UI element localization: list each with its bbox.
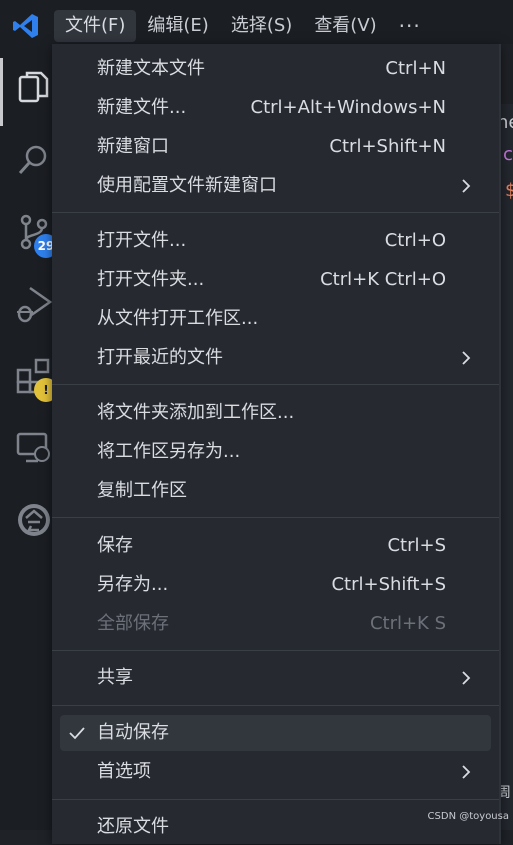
menu-separator bbox=[52, 799, 499, 800]
menu-save-workspace-as[interactable]: 将工作区另存为... bbox=[60, 434, 491, 470]
menu-file[interactable]: 文件(F) bbox=[54, 10, 137, 42]
menu-separator bbox=[52, 705, 499, 706]
menu-new-window-profile[interactable]: 使用配置文件新建窗口 bbox=[60, 168, 491, 204]
menu-item-label: 保存 bbox=[97, 535, 133, 556]
check-icon bbox=[69, 727, 85, 740]
remote-explorer-icon[interactable] bbox=[14, 428, 54, 468]
vscode-logo-icon bbox=[13, 14, 38, 38]
run-debug-icon[interactable] bbox=[14, 284, 54, 324]
activity-bar: 29 ! bbox=[0, 52, 58, 830]
menu-open-workspace[interactable]: 从文件打开工作区... bbox=[60, 301, 491, 337]
menu-item-label: 打开文件... bbox=[97, 230, 187, 251]
menu-item-shortcut: Ctrl+K Ctrl+O bbox=[320, 269, 446, 290]
menu-bar: 文件(F) 编辑(E) 选择(S) 查看(V) ··· bbox=[54, 10, 432, 42]
menu-separator bbox=[52, 384, 499, 385]
menu-new-window[interactable]: 新建窗口 Ctrl+Shift+N bbox=[60, 129, 491, 165]
menu-open-folder[interactable]: 打开文件夹... Ctrl+K Ctrl+O bbox=[60, 262, 491, 298]
menu-item-shortcut: Ctrl+Shift+N bbox=[329, 136, 446, 157]
menu-item-label: 复制工作区 bbox=[97, 480, 187, 501]
menu-item-label: 另存为... bbox=[97, 574, 169, 595]
menu-item-label: 新建文本文件 bbox=[97, 58, 205, 79]
menu-revert-file[interactable]: 还原文件 bbox=[60, 809, 491, 845]
menu-item-shortcut: Ctrl+K S bbox=[369, 613, 446, 634]
menu-item-shortcut: Ctrl+Alt+Windows+N bbox=[250, 97, 446, 118]
menu-item-label: 打开文件夹... bbox=[97, 269, 205, 290]
menu-more-button[interactable]: ··· bbox=[388, 10, 432, 42]
editor-code-fragment: c bbox=[503, 144, 513, 165]
chevron-right-icon bbox=[462, 765, 471, 779]
active-indicator bbox=[0, 58, 3, 126]
menu-item-label: 新建文件... bbox=[97, 97, 187, 118]
chevron-right-icon bbox=[462, 671, 471, 685]
file-menu-dropdown: 新建文本文件 Ctrl+N 新建文件... Ctrl+Alt+Windows+N… bbox=[52, 44, 501, 844]
chevron-right-icon bbox=[462, 179, 471, 193]
explorer-icon[interactable] bbox=[14, 68, 54, 108]
menu-preferences[interactable]: 首选项 bbox=[60, 754, 491, 790]
menu-item-label: 将文件夹添加到工作区... bbox=[97, 402, 295, 423]
menu-add-folder-workspace[interactable]: 将文件夹添加到工作区... bbox=[60, 395, 491, 431]
menu-item-label: 新建窗口 bbox=[97, 136, 169, 157]
menu-new-file[interactable]: 新建文件... Ctrl+Alt+Windows+N bbox=[60, 90, 491, 126]
extension-gear-icon[interactable] bbox=[14, 500, 54, 540]
menu-item-label: 自动保存 bbox=[97, 722, 169, 743]
watermark: CSDN @toyousa bbox=[427, 811, 509, 822]
menu-view[interactable]: 查看(V) bbox=[303, 10, 387, 42]
menu-item-label: 共享 bbox=[97, 667, 133, 688]
menu-selection[interactable]: 选择(S) bbox=[220, 10, 303, 42]
menu-item-label: 全部保存 bbox=[97, 613, 169, 634]
menu-edit[interactable]: 编辑(E) bbox=[136, 10, 219, 42]
menu-item-shortcut: Ctrl+Shift+S bbox=[331, 574, 446, 595]
menu-separator bbox=[52, 212, 499, 213]
search-icon[interactable] bbox=[14, 140, 54, 180]
editor-code-fragment-2: $ bbox=[505, 180, 513, 201]
menu-item-shortcut: Ctrl+S bbox=[387, 535, 446, 556]
menu-item-shortcut: Ctrl+O bbox=[384, 230, 446, 251]
menu-new-text-file[interactable]: 新建文本文件 Ctrl+N bbox=[60, 51, 491, 87]
menu-item-label: 使用配置文件新建窗口 bbox=[97, 175, 277, 196]
menu-item-label: 将工作区另存为... bbox=[97, 441, 241, 462]
menu-auto-save[interactable]: 自动保存 bbox=[60, 715, 491, 751]
menu-item-label: 打开最近的文件 bbox=[97, 347, 223, 368]
menu-duplicate-workspace[interactable]: 复制工作区 bbox=[60, 473, 491, 509]
menu-open-recent[interactable]: 打开最近的文件 bbox=[60, 340, 491, 376]
menu-open-file[interactable]: 打开文件... Ctrl+O bbox=[60, 223, 491, 259]
menu-save-as[interactable]: 另存为... Ctrl+Shift+S bbox=[60, 567, 491, 603]
menu-item-label: 还原文件 bbox=[97, 816, 169, 837]
chevron-right-icon bbox=[462, 351, 471, 365]
menu-save-all: 全部保存 Ctrl+K S bbox=[60, 606, 491, 642]
menu-item-label: 从文件打开工作区... bbox=[97, 308, 259, 329]
menu-share[interactable]: 共享 bbox=[60, 660, 491, 696]
menu-separator bbox=[52, 517, 499, 518]
menu-item-label: 首选项 bbox=[97, 761, 151, 782]
menu-separator bbox=[52, 650, 499, 651]
menu-save[interactable]: 保存 Ctrl+S bbox=[60, 528, 491, 564]
menu-item-shortcut: Ctrl+N bbox=[385, 58, 446, 79]
